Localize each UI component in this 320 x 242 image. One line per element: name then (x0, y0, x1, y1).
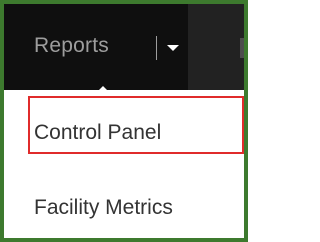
caret-down-icon[interactable] (167, 45, 179, 51)
screenshot-frame: Reports Control Panel Facility Metrics (0, 0, 248, 242)
top-navbar: Reports (4, 4, 244, 93)
nav-divider (156, 36, 157, 60)
menu-item-label: Facility Metrics (34, 196, 173, 219)
reports-label[interactable]: Reports (34, 34, 109, 58)
reports-nav-item[interactable]: Reports (4, 4, 188, 93)
menu-item-facility-metrics[interactable]: Facility Metrics (4, 170, 244, 238)
menu-item-control-panel[interactable]: Control Panel (4, 90, 244, 170)
screenshot-inner: Reports Control Panel Facility Metrics (4, 4, 244, 238)
reports-dropdown-menu: Control Panel Facility Metrics (4, 90, 244, 238)
menu-item-label: Control Panel (34, 121, 162, 144)
next-nav-item-cutoff (240, 38, 244, 58)
